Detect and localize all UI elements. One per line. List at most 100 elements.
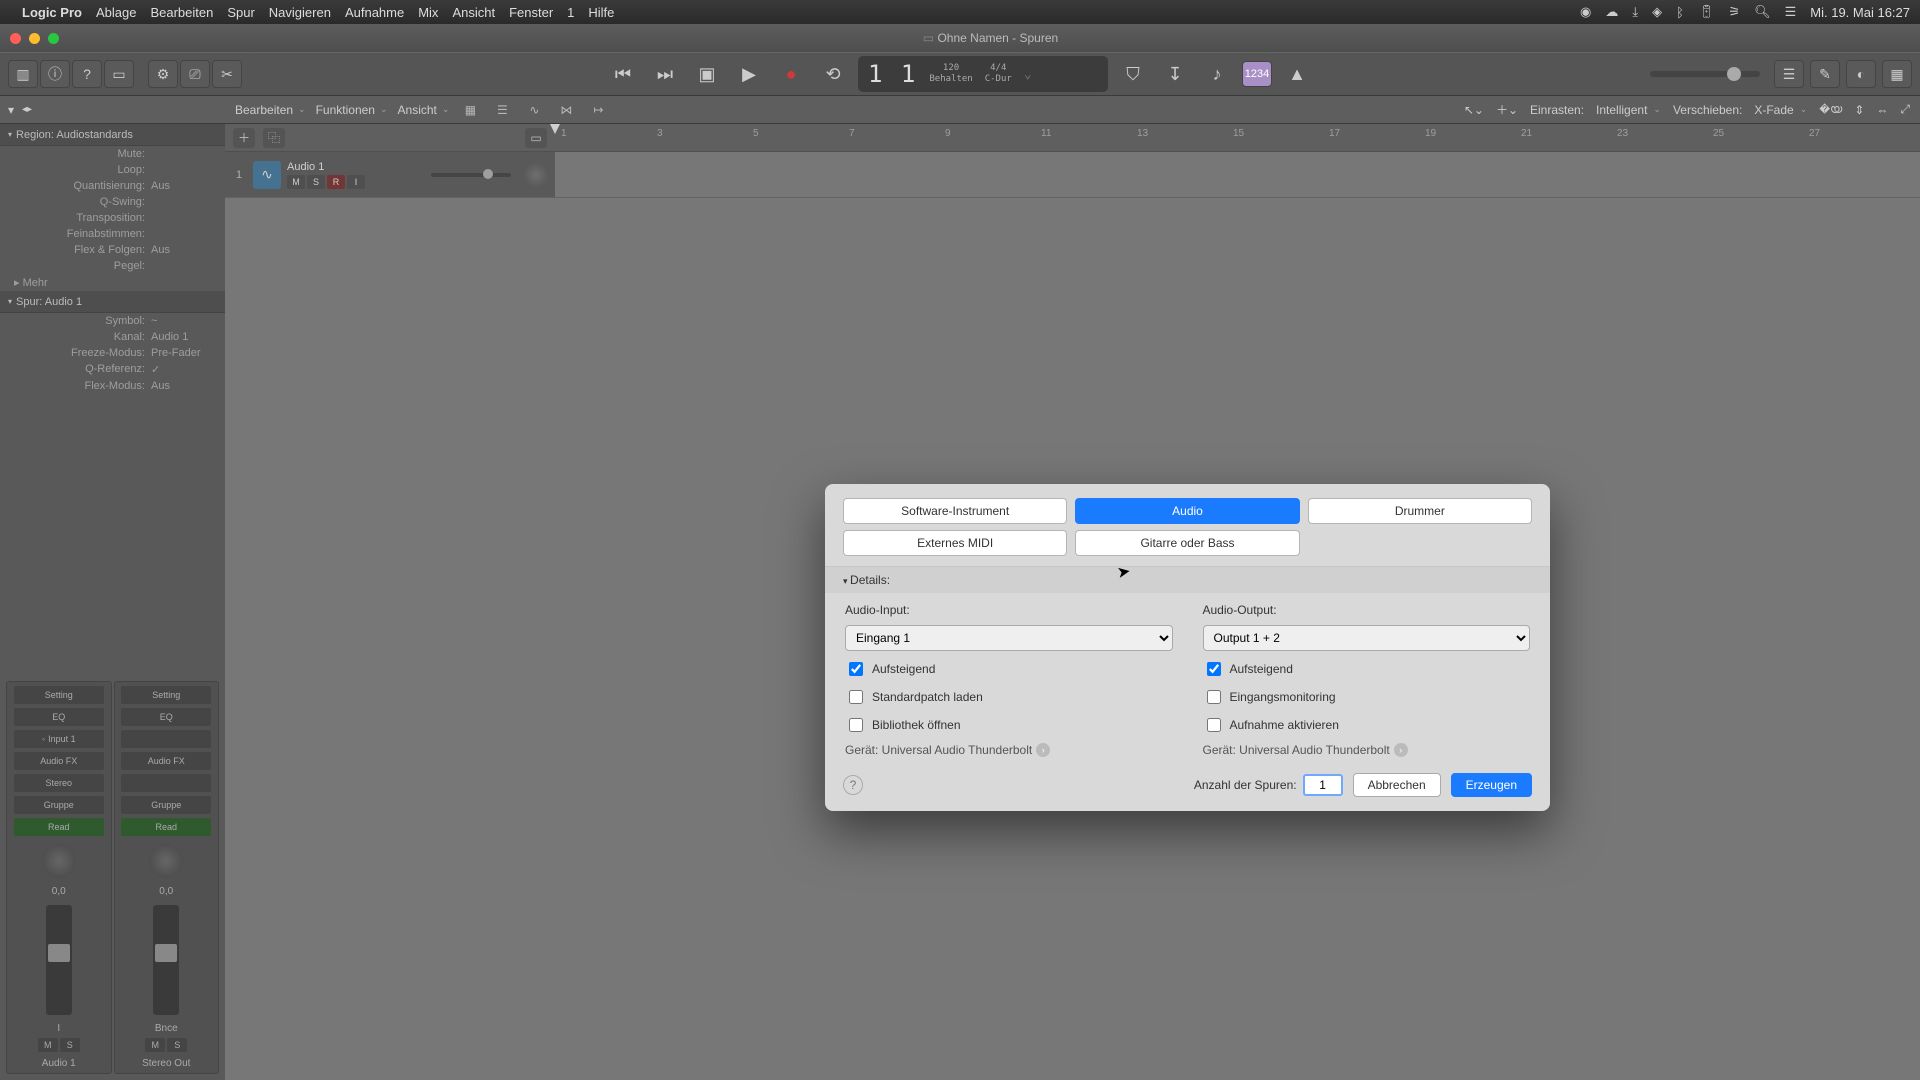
menu-hilfe[interactable]: Hilfe	[588, 5, 614, 20]
input-device-arrow-icon[interactable]: ›	[1036, 743, 1050, 757]
automation-slot[interactable]: Read	[14, 818, 104, 836]
mixer-toggle[interactable]: ⎚	[180, 60, 210, 88]
tab-audio[interactable]: Audio	[1075, 498, 1299, 524]
chk-ascending-out[interactable]: Aufsteigend	[1203, 659, 1531, 679]
cancel-button[interactable]: Abbrechen	[1353, 773, 1441, 797]
close-window[interactable]	[10, 33, 21, 44]
region-inspector-header[interactable]: ▾Region: Audiostandards	[0, 124, 225, 146]
inspector-row[interactable]: Freeze-Modus:Pre-Fader	[0, 345, 225, 361]
bluetooth-icon[interactable]: ᛒ	[1676, 5, 1684, 20]
pointer-tool-icon[interactable]: ↖⌄	[1464, 103, 1484, 117]
setting-slot[interactable]: Setting	[14, 686, 104, 704]
input-slot[interactable]	[121, 730, 211, 748]
audiofx-slot[interactable]: Audio FX	[121, 752, 211, 770]
menu-fenster[interactable]: Fenster	[509, 5, 553, 20]
bar-ruler[interactable]: 13579111315171921232527	[555, 124, 1920, 151]
list-editors-toggle[interactable]: ☰	[1774, 60, 1804, 88]
inspector-row[interactable]: Q-Swing:	[0, 194, 225, 210]
solo-button[interactable]: S	[167, 1038, 187, 1052]
play-button[interactable]: ▶	[732, 60, 766, 88]
inspector-row[interactable]: Quantisierung:Aus	[0, 178, 225, 194]
drag-mode-select[interactable]: X-Fade	[1754, 103, 1807, 117]
chk-input-monitoring[interactable]: Eingangsmonitoring	[1203, 687, 1531, 707]
view-menu[interactable]: Ansicht	[398, 103, 450, 117]
inspector-row[interactable]: Q-Referenz:✓	[0, 361, 225, 378]
pan-knob[interactable]	[42, 844, 76, 878]
forward-button[interactable]: ⏭	[648, 60, 682, 88]
solo-button[interactable]: S	[60, 1038, 80, 1052]
setting-slot[interactable]: Setting	[121, 686, 211, 704]
input-slot[interactable]: ◦Input 1	[14, 730, 104, 748]
inspector-row[interactable]: Flex & Folgen:Aus	[0, 242, 225, 258]
menubar-clock[interactable]: Mi. 19. Mai 16:27	[1810, 5, 1910, 20]
flex-icon[interactable]: ⋈	[555, 100, 577, 120]
master-volume-slider[interactable]	[1650, 71, 1760, 77]
track-input-monitor[interactable]: I	[347, 175, 365, 189]
output-slot[interactable]: Stereo	[14, 774, 104, 792]
add-track-button[interactable]: ＋	[233, 128, 255, 148]
edit-menu[interactable]: Bearbeiten	[235, 103, 306, 117]
record-button[interactable]: ●	[774, 60, 808, 88]
track-pan-knob[interactable]	[523, 162, 549, 188]
group-slot[interactable]: Gruppe	[121, 796, 211, 814]
lcd-display[interactable]: 1 1 120Behalten 4/4C-Dur ⌄	[858, 56, 1108, 92]
menu-aufnahme[interactable]: Aufnahme	[345, 5, 404, 20]
cloud-icon[interactable]: ☁	[1605, 4, 1618, 20]
output-device-arrow-icon[interactable]: ›	[1394, 743, 1408, 757]
eq-slot[interactable]: EQ	[14, 708, 104, 726]
record-status-icon[interactable]: ◉	[1580, 4, 1591, 20]
battery-icon[interactable]: 🔋︎	[1698, 4, 1715, 20]
grid-view-icon[interactable]: ▦	[459, 100, 481, 120]
volume-fader[interactable]	[153, 905, 179, 1015]
hzoom-icon[interactable]: ⇔	[1876, 103, 1888, 117]
chk-load-default-patch[interactable]: Standardpatch laden	[845, 687, 1173, 707]
menu-mix[interactable]: Mix	[418, 5, 438, 20]
volume-fader[interactable]	[46, 905, 72, 1015]
menu-ablage[interactable]: Ablage	[96, 5, 136, 20]
track-mute[interactable]: M	[287, 175, 305, 189]
group-slot[interactable]: Gruppe	[14, 796, 104, 814]
track-record-enable[interactable]: R	[327, 175, 345, 189]
audio-output-select[interactable]: Output 1 + 2	[1203, 625, 1531, 651]
rewind-button[interactable]: ⏮	[606, 60, 640, 88]
minimize-window[interactable]	[29, 33, 40, 44]
toolbar-toggle[interactable]: ▭	[104, 60, 134, 88]
inspector-nav[interactable]: ◂▸	[22, 104, 32, 115]
inspector-row[interactable]: Pegel:	[0, 258, 225, 274]
track-header[interactable]: 1 ∿ Audio 1 M S R I	[225, 152, 555, 197]
chk-open-library[interactable]: Bibliothek öffnen	[845, 715, 1173, 735]
wifi-icon[interactable]: ⚞	[1728, 4, 1740, 20]
inspector-more[interactable]: ▸ Mehr	[0, 274, 225, 291]
functions-menu[interactable]: Funktionen	[316, 103, 388, 117]
snap-mode-select[interactable]: Intelligent	[1596, 103, 1661, 117]
track-lane[interactable]	[555, 152, 1920, 197]
waveform-zoom-icon[interactable]: �യ	[1819, 102, 1842, 117]
chk-ascending-in[interactable]: Aufsteigend	[845, 659, 1173, 679]
editors-toggle[interactable]: ✂	[212, 60, 242, 88]
audiofx-slot[interactable]: Audio FX	[14, 752, 104, 770]
tab-external-midi[interactable]: Externes MIDI	[843, 530, 1067, 556]
cloud-down-icon[interactable]: ⤓	[1632, 4, 1638, 20]
bounce-label[interactable]: Bnce	[155, 1023, 178, 1034]
loops-browser-toggle[interactable]: ◐	[1846, 60, 1876, 88]
zoom-icon[interactable]: ⤢	[1900, 102, 1910, 117]
menu-ansicht[interactable]: Ansicht	[452, 5, 495, 20]
inspector-toggle[interactable]: ⓘ	[40, 60, 70, 88]
inspector-collapse-icon[interactable]: ▾	[8, 103, 14, 117]
output-slot[interactable]	[121, 774, 211, 792]
mute-button[interactable]: M	[145, 1038, 165, 1052]
details-disclosure[interactable]: Details:	[825, 566, 1550, 593]
inspector-row[interactable]: Mute:	[0, 146, 225, 162]
inspector-row[interactable]: Loop:	[0, 162, 225, 178]
duplicate-track-button[interactable]: ⿻	[263, 128, 285, 148]
track-name[interactable]: Audio 1	[287, 161, 365, 173]
menu-navigieren[interactable]: Navigieren	[269, 5, 331, 20]
inspector-row[interactable]: Feinabstimmen:	[0, 226, 225, 242]
track-icon[interactable]: ∿	[253, 161, 281, 189]
create-button[interactable]: Erzeugen	[1451, 773, 1532, 797]
list-view-icon[interactable]: ☰	[491, 100, 513, 120]
inspector-row[interactable]: Symbol:~	[0, 313, 225, 329]
count-in-button[interactable]: 1234	[1242, 61, 1272, 87]
inspector-row[interactable]: Flex-Modus:Aus	[0, 378, 225, 394]
vzoom-icon[interactable]: ⇕	[1854, 103, 1864, 117]
